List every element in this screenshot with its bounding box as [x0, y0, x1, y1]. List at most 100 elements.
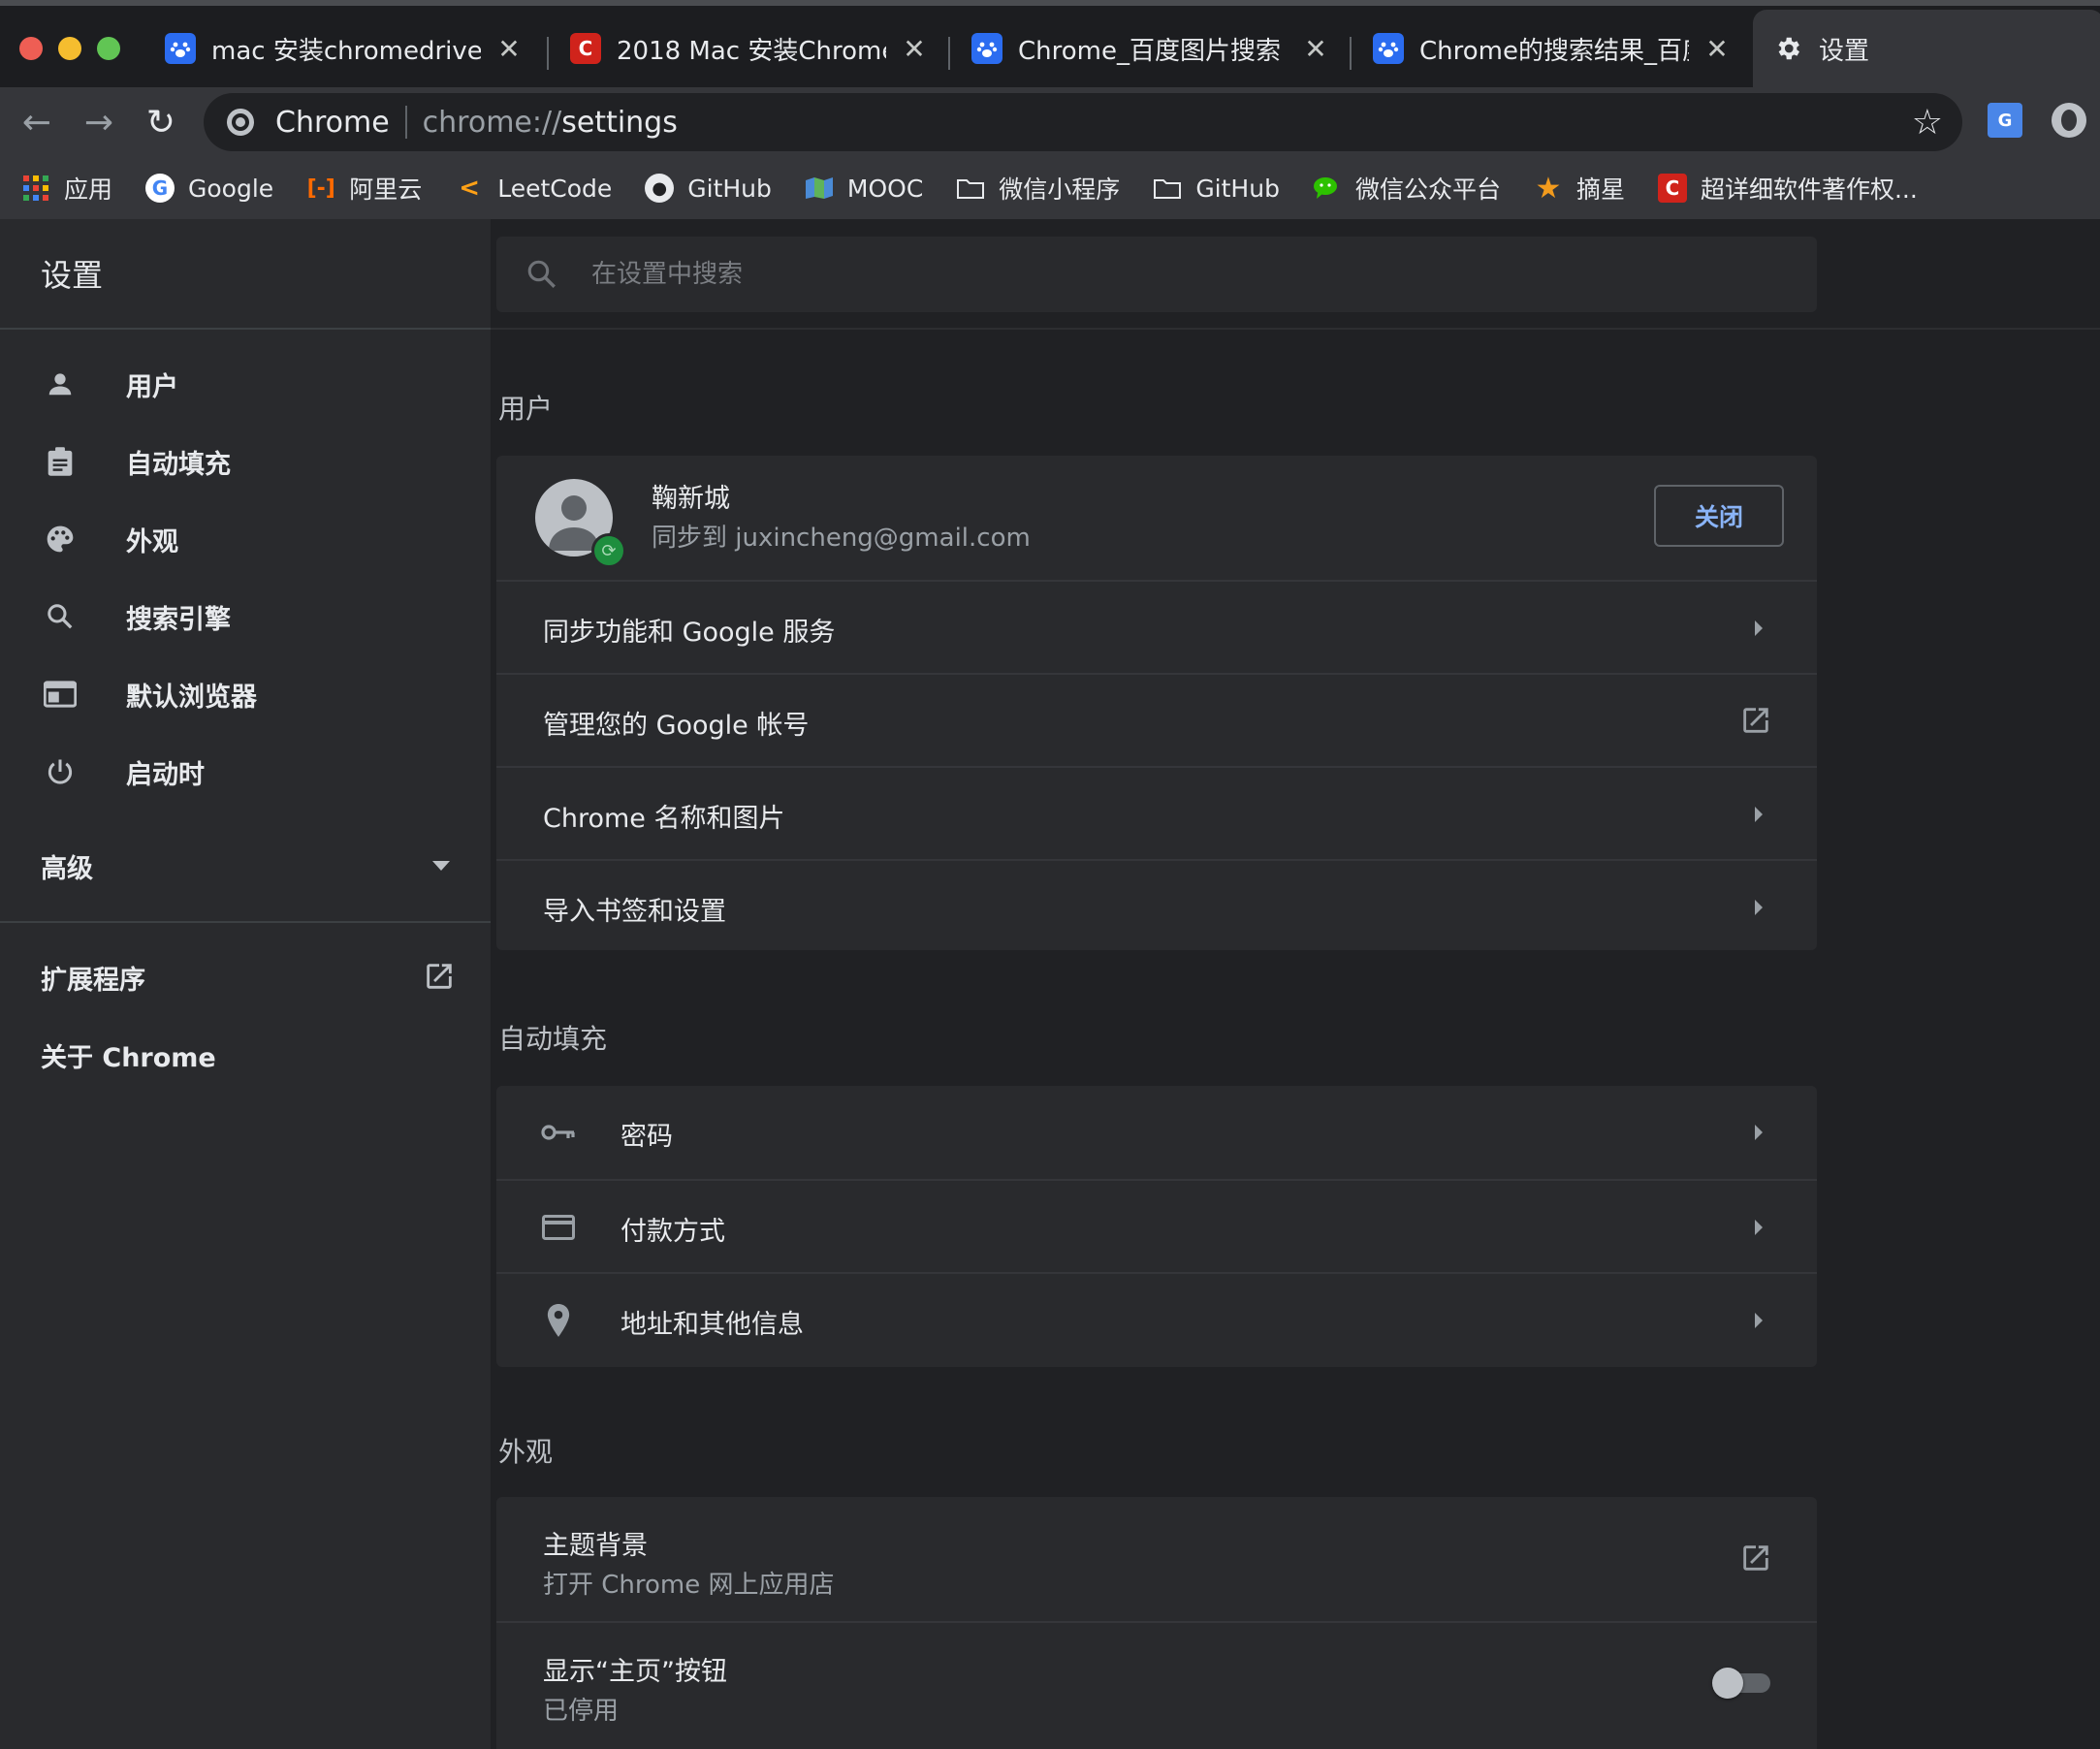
home-button-title: 显示“主页”按钮 [543, 1657, 727, 1687]
chevron-right-icon [1755, 620, 1763, 636]
sidebar-item-search-engine[interactable]: 搜索引擎 [0, 578, 491, 655]
search-icon [43, 599, 78, 634]
tab-settings[interactable]: 设置 [1753, 10, 2100, 87]
bookmark-google[interactable]: G Google [145, 174, 273, 203]
csdn-c-icon: C [570, 33, 601, 64]
tab-title: Chrome_百度图片搜索 [1018, 36, 1281, 66]
people-card: ⟳ 鞠新城 同步到 juxincheng@gmail.com 关闭 同步功能和 … [496, 456, 1817, 950]
row-manage-google-account[interactable]: 管理您的 Google 帐号 [496, 673, 1817, 766]
bookmark-csdn[interactable]: C 超详细软件著作权... [1657, 171, 1918, 206]
mooc-icon [805, 174, 834, 203]
bookmark-folder-github[interactable]: GitHub [1153, 174, 1280, 203]
row-label: 同步功能和 Google 服务 [543, 618, 836, 648]
close-tab-icon[interactable]: ✕ [900, 33, 929, 65]
row-show-home-button[interactable]: 显示“主页”按钮 已停用 [496, 1621, 1817, 1749]
chevron-right-icon [1755, 1313, 1763, 1328]
tab-1[interactable]: mac 安装chromedriver_百 ✕ [145, 10, 543, 87]
tab-title: 设置 [1819, 36, 1870, 66]
reload-button[interactable]: ↻ [138, 99, 184, 145]
sidebar-item-extensions[interactable]: 扩展程序 [0, 938, 491, 1016]
aliyun-icon: [-] [306, 175, 335, 201]
tab-2[interactable]: C 2018 Mac 安装Chromedri ✕ [551, 10, 948, 87]
tab-4[interactable]: Chrome的搜索结果_百度图 ✕ [1353, 10, 1751, 87]
home-button-toggle[interactable] [1712, 1668, 1770, 1699]
row-label: 付款方式 [620, 1217, 725, 1247]
row-chrome-name-picture[interactable]: Chrome 名称和图片 [496, 766, 1817, 859]
open-in-new-icon [423, 960, 456, 997]
sidebar-item-label: 启动时 [126, 759, 205, 790]
sidebar-item-people[interactable]: 用户 [0, 345, 491, 423]
bookmark-apps[interactable]: 应用 [21, 171, 112, 206]
close-tab-icon[interactable]: ✕ [1301, 33, 1330, 65]
account-name: 鞠新城 [652, 484, 730, 514]
row-payment-methods[interactable]: 付款方式 [496, 1179, 1817, 1272]
row-label: 密码 [620, 1122, 673, 1152]
sidebar-item-autofill[interactable]: 自动填充 [0, 423, 491, 500]
folder-icon [956, 174, 985, 203]
tab-strip: mac 安装chromedriver_百 ✕ C 2018 Mac 安装Chro… [0, 0, 2100, 87]
url-path: settings [561, 105, 678, 140]
settings-main: 用户 ⟳ 鞠新城 同步到 juxincheng@gmail.com 关闭 同步功… [491, 219, 2100, 1749]
account-row: ⟳ 鞠新城 同步到 juxincheng@gmail.com 关闭 [496, 456, 1817, 580]
google-translate-icon[interactable]: G [1988, 103, 2022, 138]
sidebar-item-default-browser[interactable]: 默认浏览器 [0, 655, 491, 733]
home-button-status: 已停用 [543, 1697, 620, 1726]
profile-extension-icon[interactable] [2052, 103, 2086, 138]
sidebar-advanced-toggle[interactable]: 高级 [0, 826, 491, 904]
sidebar-item-on-startup[interactable]: 启动时 [0, 733, 491, 811]
bookmark-leetcode[interactable]: < LeetCode [455, 174, 612, 203]
bookmark-label: 微信小程序 [999, 175, 1121, 204]
bookmark-label: 微信公众平台 [1354, 175, 1501, 204]
close-tab-icon[interactable]: ✕ [494, 33, 524, 65]
search-icon [525, 258, 558, 295]
row-theme[interactable]: 主题背景 打开 Chrome 网上应用店 [496, 1497, 1817, 1621]
sidebar-item-appearance[interactable]: 外观 [0, 500, 491, 578]
row-sync-services[interactable]: 同步功能和 Google 服务 [496, 580, 1817, 673]
sidebar-item-about-chrome[interactable]: 关于 Chrome [0, 1016, 491, 1094]
forward-button[interactable]: → [76, 99, 122, 145]
close-window-button[interactable] [19, 37, 43, 60]
toolbar: ← → ↻ Chrome chrome://settings ☆ G [0, 87, 2100, 157]
leetcode-icon: < [459, 174, 481, 203]
address-bar[interactable]: Chrome chrome://settings ☆ [204, 93, 1962, 151]
bookmark-label: 摘星 [1575, 175, 1625, 204]
tab-title: mac 安装chromedriver_百 [211, 36, 481, 66]
bookmark-zhaixing[interactable]: ★ 摘星 [1534, 171, 1625, 206]
palette-icon [43, 522, 78, 556]
row-passwords[interactable]: 密码 [496, 1086, 1817, 1179]
key-icon [539, 1113, 578, 1152]
bookmark-aliyun[interactable]: [-] 阿里云 [306, 171, 423, 206]
minimize-window-button[interactable] [58, 37, 81, 60]
wechat-icon [1313, 174, 1342, 203]
row-addresses[interactable]: 地址和其他信息 [496, 1272, 1817, 1367]
autofill-card: 密码 付款方式 地址和其他信息 [496, 1086, 1817, 1367]
tab-title: Chrome的搜索结果_百度图 [1419, 36, 1689, 66]
sidebar-item-label: 默认浏览器 [126, 682, 257, 713]
turn-off-sync-button[interactable]: 关闭 [1654, 485, 1784, 547]
bookmark-github[interactable]: ● GitHub [645, 174, 772, 203]
bookmark-label: GitHub [1195, 174, 1280, 203]
zoom-window-button[interactable] [97, 37, 120, 60]
row-label: 导入书签和设置 [543, 897, 726, 927]
bookmark-wechat-mp[interactable]: 微信公众平台 [1313, 171, 1501, 206]
tab-3[interactable]: Chrome_百度图片搜索 ✕ [952, 10, 1350, 87]
chevron-right-icon [1755, 1125, 1763, 1140]
bookmark-mooc[interactable]: MOOC [805, 174, 923, 203]
back-button[interactable]: ← [14, 99, 60, 145]
bookmark-label: 阿里云 [349, 175, 423, 204]
close-tab-icon[interactable]: ✕ [1702, 33, 1732, 65]
bookmark-star-icon[interactable]: ☆ [1912, 103, 1943, 143]
sidebar-divider [0, 921, 491, 923]
row-import-bookmarks[interactable]: 导入书签和设置 [496, 859, 1817, 950]
gear-icon [1772, 33, 1803, 64]
bookmark-label: 超详细软件著作权... [1700, 175, 1918, 204]
open-in-new-icon [1739, 1542, 1772, 1578]
sidebar-item-label: 用户 [126, 371, 178, 402]
settings-search-box[interactable] [496, 237, 1817, 312]
advanced-label: 高级 [41, 854, 93, 884]
search-input[interactable] [591, 254, 1755, 295]
bookmark-folder-wechat-miniprogram[interactable]: 微信小程序 [956, 171, 1120, 206]
bookmark-label: 应用 [64, 175, 113, 204]
baidu-paw-icon [165, 33, 196, 64]
settings-page: 设置 用户 自动填充 外观 搜索引擎 默认浏览器 启动时 高级 扩展程序 关于 … [0, 219, 2100, 1749]
